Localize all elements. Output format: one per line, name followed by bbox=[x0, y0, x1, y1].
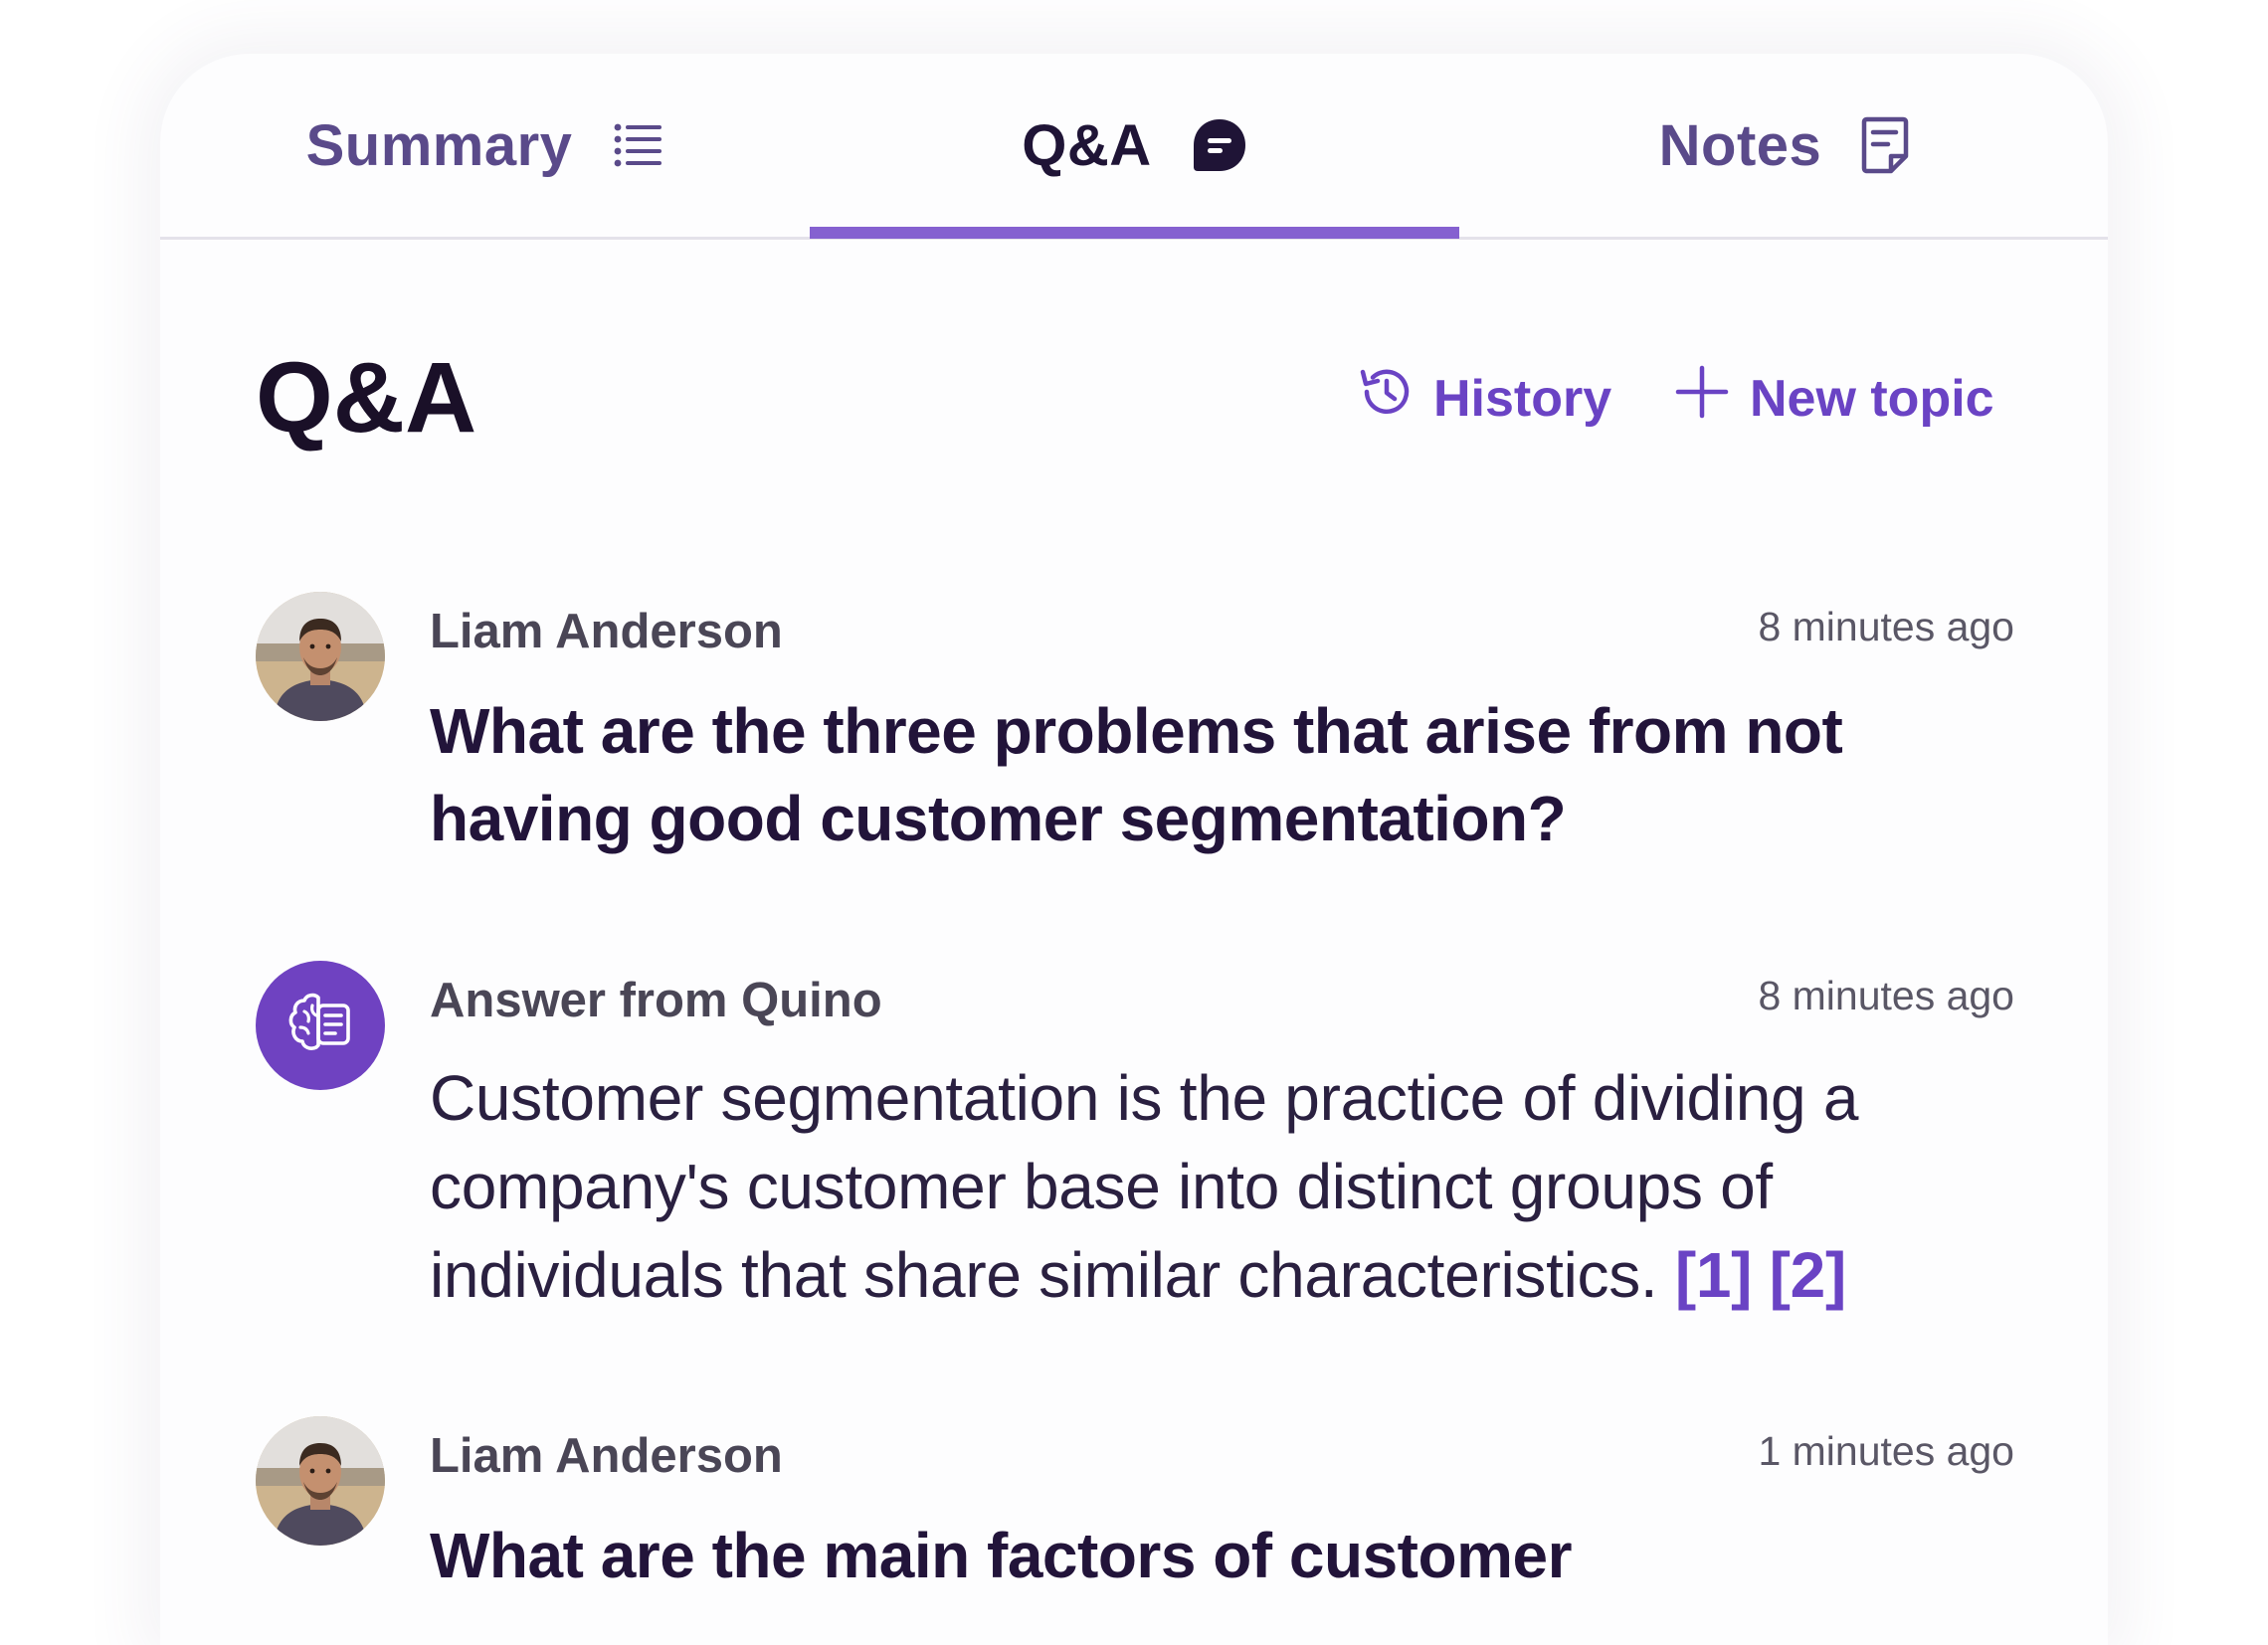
new-topic-label: New topic bbox=[1750, 369, 1994, 428]
tab-summary[interactable]: Summary bbox=[160, 54, 810, 237]
question-message: Liam Anderson 1 minutes ago What are the… bbox=[256, 1416, 2014, 1645]
tab-notes-label: Notes bbox=[1658, 112, 1822, 178]
message-time: 1 minutes ago bbox=[1758, 1428, 2014, 1474]
plus-icon bbox=[1674, 364, 1730, 433]
avatar bbox=[256, 592, 385, 721]
tab-bar: Summary Q&A Notes bbox=[160, 54, 2108, 240]
avatar bbox=[256, 1416, 385, 1546]
history-button[interactable]: History bbox=[1358, 364, 1611, 433]
tab-qa[interactable]: Q&A bbox=[810, 54, 1459, 237]
note-icon bbox=[1861, 116, 1909, 174]
question-text: What are the three problems that arise f… bbox=[430, 695, 1843, 854]
new-topic-button[interactable]: New topic bbox=[1674, 364, 1994, 433]
history-label: History bbox=[1433, 369, 1612, 428]
chat-bubble-icon bbox=[1192, 117, 1247, 173]
question-text: What are the main factors of customer bbox=[430, 1520, 1572, 1591]
answer-body: Customer segmentation is the practice of… bbox=[430, 1062, 1859, 1311]
history-icon bbox=[1358, 364, 1414, 433]
tab-notes[interactable]: Notes bbox=[1459, 54, 2108, 237]
avatar bbox=[256, 961, 385, 1090]
message-author: Liam Anderson bbox=[430, 1429, 783, 1483]
brain-document-icon bbox=[284, 988, 356, 1064]
citation-link[interactable]: [1] bbox=[1675, 1239, 1753, 1311]
active-tab-indicator bbox=[810, 227, 1459, 239]
tab-qa-label: Q&A bbox=[1022, 112, 1152, 178]
tab-summary-label: Summary bbox=[305, 112, 573, 178]
message-time: 8 minutes ago bbox=[1758, 973, 2014, 1018]
answer-message: Answer from Quino 8 minutes ago Customer… bbox=[256, 961, 2014, 1339]
message-time: 8 minutes ago bbox=[1758, 604, 2014, 649]
question-message: Liam Anderson 8 minutes ago What are the… bbox=[256, 592, 2014, 910]
message-author: Answer from Quino bbox=[430, 974, 882, 1027]
message-author: Liam Anderson bbox=[430, 605, 783, 658]
list-icon bbox=[612, 119, 663, 171]
page-title: Q&A bbox=[256, 342, 477, 454]
answer-text: Customer segmentation is the practice of… bbox=[430, 1054, 2021, 1320]
citation-link[interactable]: [2] bbox=[1770, 1239, 1847, 1311]
qa-panel: Summary Q&A Notes Q&A History New topic … bbox=[160, 54, 2108, 1645]
